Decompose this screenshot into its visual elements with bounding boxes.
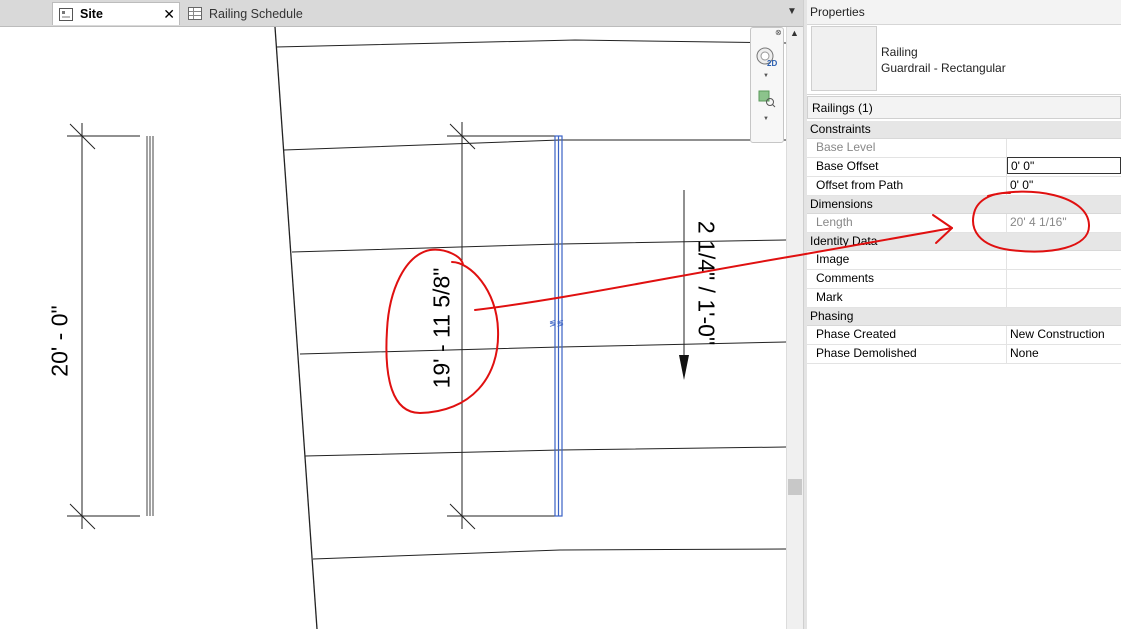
chevron-down-icon[interactable]: ▼ xyxy=(763,116,769,122)
navigation-bar: ⊗ 2D ▼ ▼ xyxy=(750,27,784,143)
prop-row-image[interactable]: Image xyxy=(807,251,1121,270)
chevron-down-icon[interactable]: ▼ xyxy=(763,73,769,79)
site-view-icon xyxy=(59,7,73,21)
tab-label: Railing Schedule xyxy=(209,6,303,21)
drawing-canvas[interactable]: 20' - 0" 19' - 11 5/8" 2 1/4" / 1'-0" ≶≶ xyxy=(0,27,786,629)
prop-row-comments[interactable]: Comments xyxy=(807,270,1121,289)
prop-row-base-offset[interactable]: Base Offset 0' 0" xyxy=(807,157,1121,177)
middle-dimension xyxy=(447,122,560,530)
slope-arrow xyxy=(679,190,689,380)
group-identity-data[interactable]: Identity Data xyxy=(807,233,1121,251)
boundary-line xyxy=(274,27,318,629)
close-icon[interactable]: ✕ xyxy=(163,6,175,22)
family-name: Railing xyxy=(881,45,918,59)
dimension-text-left[interactable]: 20' - 0" xyxy=(47,305,74,376)
group-phasing[interactable]: Phasing xyxy=(807,308,1121,326)
type-name: Guardrail - Rectangular xyxy=(881,61,1006,75)
group-dimensions[interactable]: Dimensions xyxy=(807,196,1121,214)
dimension-text-middle[interactable]: 19' - 11 5/8" xyxy=(429,268,456,389)
view-tab-bar: Site ✕ Railing Schedule ▼ xyxy=(0,0,803,27)
tab-site[interactable]: Site ✕ xyxy=(52,2,180,25)
type-selector[interactable]: Railing Guardrail - Rectangular xyxy=(807,24,1121,95)
tab-list-dropdown-icon[interactable]: ▼ xyxy=(787,6,797,17)
tab-label: Site xyxy=(80,7,103,21)
prop-row-mark[interactable]: Mark xyxy=(807,289,1121,308)
group-constraints[interactable]: Constraints xyxy=(807,121,1121,139)
slope-label[interactable]: 2 1/4" / 1'-0" xyxy=(693,221,720,345)
scroll-up-icon[interactable]: ▲ xyxy=(790,28,799,38)
site-plan-drawing xyxy=(67,27,786,629)
zoom-region-icon[interactable] xyxy=(758,90,776,108)
railing-left xyxy=(146,136,154,516)
tab-railing-schedule[interactable]: Railing Schedule xyxy=(182,2,372,25)
selection-filter[interactable]: Railings (1) xyxy=(807,96,1121,119)
prop-row-phase-created[interactable]: Phase Created New Construction xyxy=(807,326,1121,345)
railing-tag: ≶≶ xyxy=(549,318,565,328)
properties-panel: Properties Railing Guardrail - Rectangul… xyxy=(807,0,1121,629)
prop-row-phase-demolished[interactable]: Phase Demolished None xyxy=(807,345,1121,364)
prop-row-length[interactable]: Length 20' 4 1/16" xyxy=(807,214,1121,233)
prop-row-base-level[interactable]: Base Level xyxy=(807,139,1121,158)
vertical-scrollbar[interactable]: ▲ xyxy=(786,27,804,629)
steering-wheel-icon[interactable]: 2D xyxy=(755,46,777,68)
left-dimension xyxy=(67,123,140,530)
scroll-thumb[interactable] xyxy=(788,479,802,495)
base-offset-input[interactable]: 0' 0" xyxy=(1007,157,1121,174)
close-icon[interactable]: ⊗ xyxy=(775,28,782,37)
type-preview-image xyxy=(811,26,877,91)
schedule-icon xyxy=(188,7,202,20)
properties-table: Constraints Base Level Base Offset 0' 0"… xyxy=(807,121,1121,364)
properties-title: Properties xyxy=(807,0,1121,25)
prop-row-offset-from-path[interactable]: Offset from Path 0' 0" xyxy=(807,177,1121,196)
